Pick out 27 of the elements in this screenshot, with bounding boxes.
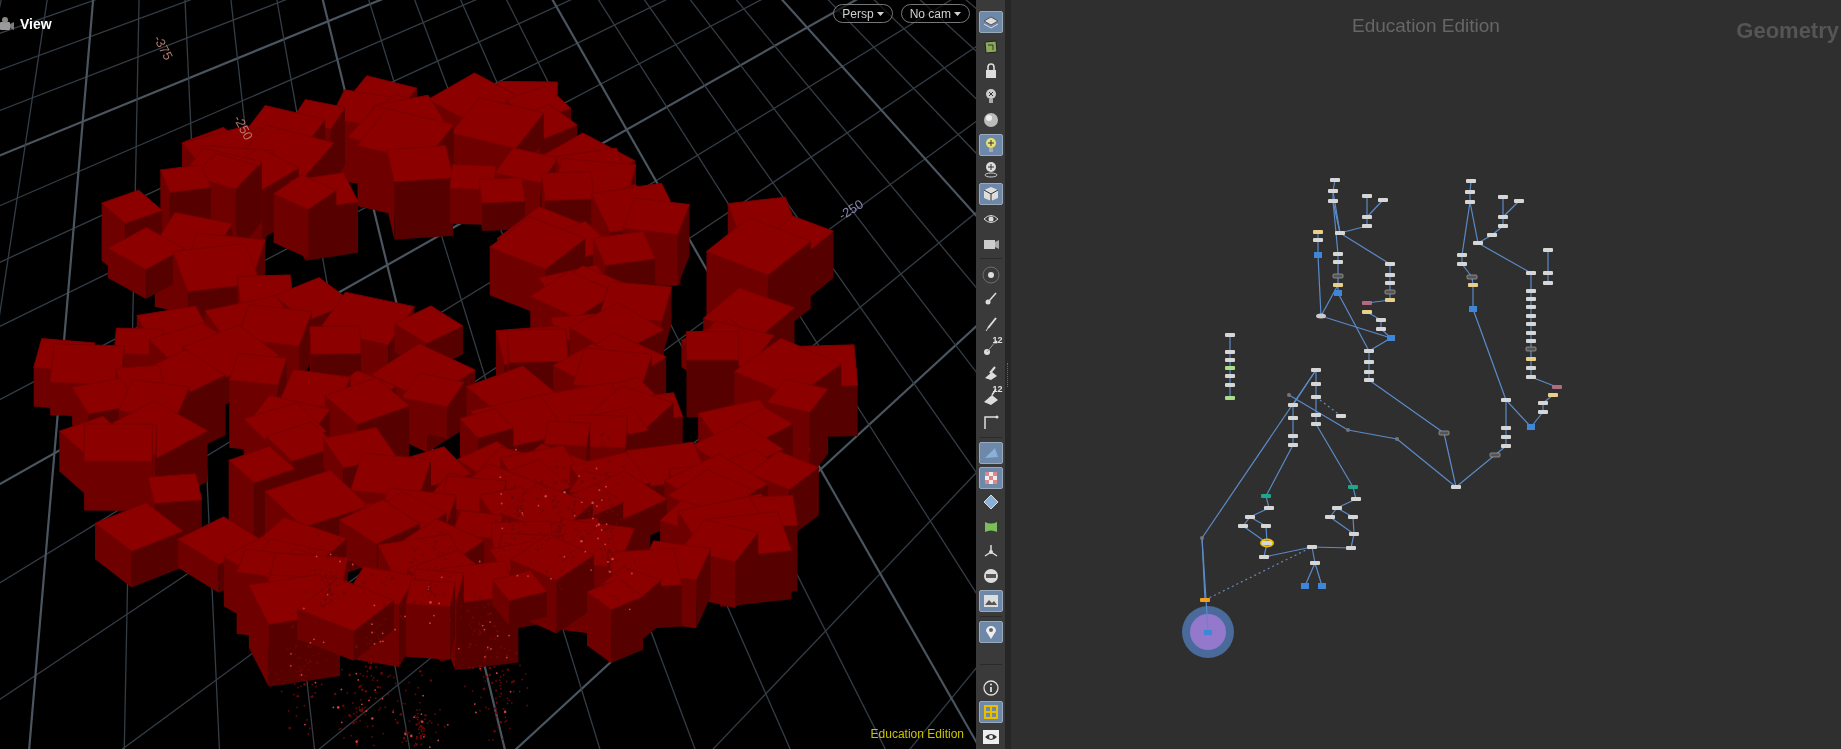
caret-icon — [876, 11, 884, 16]
tool-button[interactable] — [978, 589, 1003, 612]
tool-button[interactable] — [978, 442, 1003, 465]
tool-button[interactable] — [978, 701, 1003, 724]
info-icon — [981, 678, 1000, 697]
camera-menu[interactable]: No cam — [900, 4, 970, 23]
grid-layout-icon — [981, 703, 1000, 722]
cube-icon — [981, 185, 1000, 203]
camera-menu[interactable]: Persp — [833, 4, 893, 23]
point-icon — [981, 265, 1000, 284]
axis-label: -250 — [229, 111, 257, 144]
tool-button[interactable] — [978, 133, 1003, 156]
caret-icon — [954, 11, 961, 16]
shape-icon — [981, 37, 1000, 56]
edition-label: Education Edition — [870, 726, 964, 743]
tool-button[interactable] — [978, 183, 1003, 205]
eye-icon — [981, 727, 1000, 746]
sphere-icon — [981, 111, 1000, 130]
point-number-icon — [981, 339, 1000, 358]
axis-label: -250 — [834, 195, 867, 225]
tool-button[interactable] — [978, 621, 1003, 644]
axis-label: -375 — [149, 31, 177, 64]
tool-button[interactable] — [978, 11, 1003, 34]
tool-button[interactable] — [978, 466, 1003, 489]
diamond-icon — [981, 493, 1000, 512]
camera-icon — [0, 16, 14, 33]
viewport-title: View — [20, 15, 52, 34]
